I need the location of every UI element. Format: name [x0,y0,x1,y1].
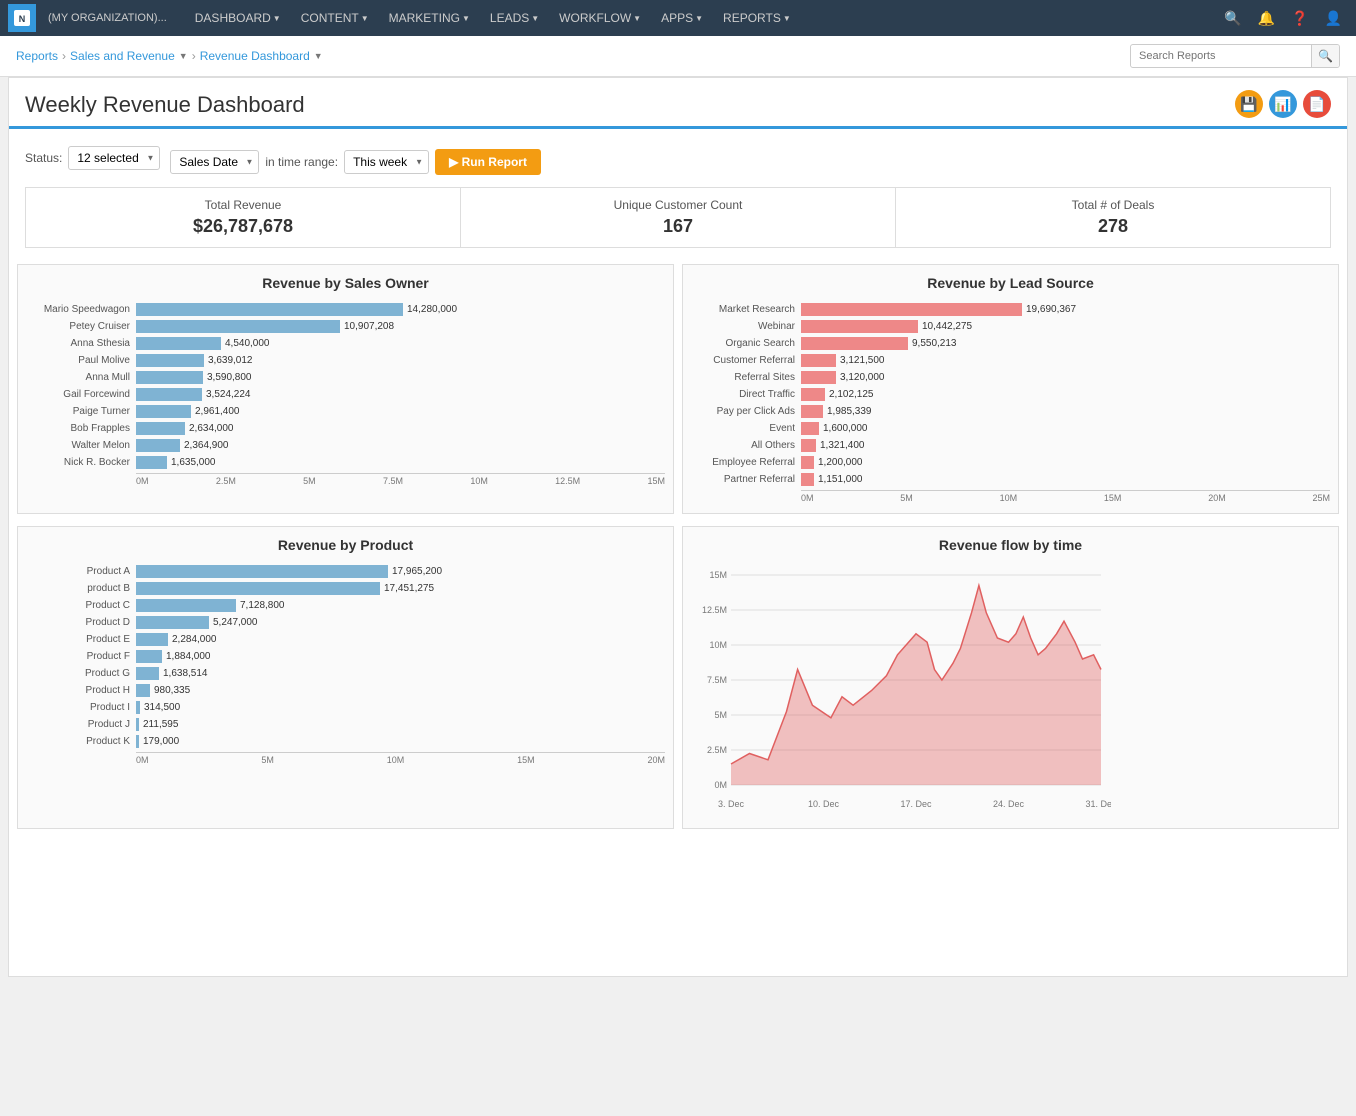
svg-text:0M: 0M [714,780,727,790]
status-select[interactable]: 12 selected [68,146,160,170]
export-icon[interactable]: 📊 [1269,90,1297,118]
svg-text:10. Dec: 10. Dec [808,799,840,809]
nav-leads[interactable]: LEADS ▼ [482,7,547,29]
svg-text:5M: 5M [714,710,727,720]
svg-text:24. Dec: 24. Dec [993,799,1025,809]
stat-total-revenue: Total Revenue $26,787,678 [26,188,461,247]
svg-text:12.5M: 12.5M [702,605,727,615]
nav-workflow[interactable]: WORKFLOW ▼ [551,7,649,29]
nav-reports[interactable]: REPORTS ▼ [715,7,799,29]
chart-revenue-flow: Revenue flow by time 0M 2.5M 5M 7.5M 10M 12.5… [682,526,1339,829]
nav-marketing[interactable]: MARKETING ▼ [381,7,478,29]
save-icon[interactable]: 💾 [1235,90,1263,118]
search-reports-button[interactable]: 🔍 [1311,45,1339,67]
search-reports-input[interactable] [1131,46,1311,66]
stat-unique-customer: Unique Customer Count 167 [461,188,896,247]
chart-product: Revenue by Product Product A 17,965,200 … [17,526,674,829]
svg-text:15M: 15M [709,570,727,580]
stats-row: Total Revenue $26,787,678 Unique Custome… [25,187,1331,248]
filters-section: Status: 12 selected Sales Date in time r… [9,129,1347,187]
chart-lead-source: Revenue by Lead Source Market Research 1… [682,264,1339,514]
svg-text:2.5M: 2.5M [707,745,727,755]
search-reports-container: 🔍 [1130,44,1340,68]
org-name[interactable]: (MY ORGANIZATION)... [48,12,167,24]
time-range-label: in time range: [265,155,338,169]
svg-text:31. Dec: 31. Dec [1085,799,1111,809]
stat-total-deals: Total # of Deals 278 [896,188,1330,247]
notifications-icon[interactable]: 🔔 [1252,6,1281,31]
breadcrumb-revenue-dashboard[interactable]: Revenue Dashboard [200,49,310,63]
user-icon[interactable]: 👤 [1319,6,1348,31]
help-icon[interactable]: ❓ [1285,6,1314,31]
date-field-select[interactable]: Sales Date [170,150,259,174]
svg-text:7.5M: 7.5M [707,675,727,685]
chart-sales-owner: Revenue by Sales Owner Mario Speedwagon … [17,264,674,514]
nav-apps[interactable]: APPS ▼ [653,7,711,29]
breadcrumb: Reports › Sales and Revenue ▼ › Revenue … [16,49,323,63]
svg-text:3. Dec: 3. Dec [718,799,745,809]
svg-text:N: N [19,14,26,24]
chart-revenue-flow-title: Revenue flow by time [691,537,1330,553]
app-logo: N [8,4,36,32]
revenue-flow-area: 0M 2.5M 5M 7.5M 10M 12.5M 15M 3. Dec 10. Dec 17.… [691,565,1330,818]
run-report-button[interactable]: Run Report [435,149,541,175]
breadcrumb-sales-revenue[interactable]: Sales and Revenue [70,49,175,63]
sales-owner-bars: Mario Speedwagon 14,280,000 Petey Cruise… [26,303,665,486]
nav-content[interactable]: CONTENT ▼ [293,7,377,29]
search-icon[interactable]: 🔍 [1218,6,1247,31]
chart-lead-source-title: Revenue by Lead Source [691,275,1330,291]
status-label: Status: [25,151,62,165]
pdf-icon[interactable]: 📄 [1303,90,1331,118]
nav-dashboard[interactable]: DASHBOARD ▼ [187,7,289,29]
chart-product-title: Revenue by Product [26,537,665,553]
time-range-select[interactable]: This week [344,150,429,174]
svg-text:17. Dec: 17. Dec [900,799,932,809]
product-bars: Product A 17,965,200 product B 17,451,27… [26,565,665,765]
page-title: Weekly Revenue Dashboard [25,92,305,118]
breadcrumb-reports[interactable]: Reports [16,49,58,63]
lead-source-bars: Market Research 19,690,367 Webinar 10,44… [691,303,1330,503]
chart-sales-owner-title: Revenue by Sales Owner [26,275,665,291]
svg-text:10M: 10M [709,640,727,650]
